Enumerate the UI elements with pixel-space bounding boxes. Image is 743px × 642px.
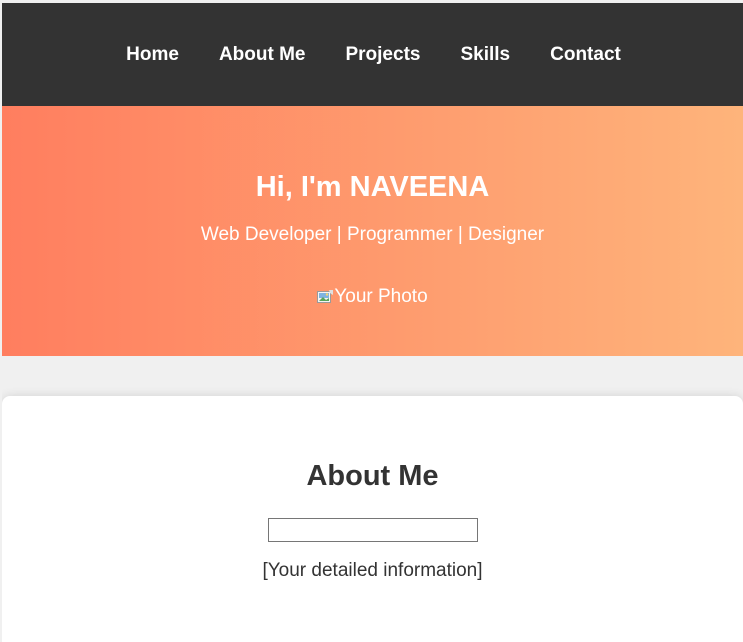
hero-title: Hi, I'm NAVEENA [255, 171, 490, 203]
navbar: Home About Me Projects Skills Contact [2, 3, 743, 106]
broken-image-icon [317, 290, 334, 303]
about-section: About Me [Your detailed information] [2, 396, 743, 642]
page: Home About Me Projects Skills Contact Hi… [2, 3, 743, 642]
hero-photo: Your Photo [317, 286, 428, 308]
nav-link-home[interactable]: Home [106, 44, 199, 66]
nav-link-contact[interactable]: Contact [530, 44, 641, 66]
hero-photo-alt-text: Your Photo [334, 286, 428, 307]
about-title: About Me [306, 460, 439, 492]
about-text: [Your detailed information] [262, 560, 483, 581]
about-image-placeholder [267, 518, 478, 542]
hero-section: Hi, I'm NAVEENA Web Developer | Programm… [2, 106, 743, 356]
nav-link-skills[interactable]: Skills [440, 44, 530, 66]
nav-link-projects[interactable]: Projects [325, 44, 440, 66]
nav-list: Home About Me Projects Skills Contact [104, 44, 641, 66]
nav-link-about-me[interactable]: About Me [199, 44, 326, 66]
hero-subtitle: Web Developer | Programmer | Designer [200, 224, 545, 245]
